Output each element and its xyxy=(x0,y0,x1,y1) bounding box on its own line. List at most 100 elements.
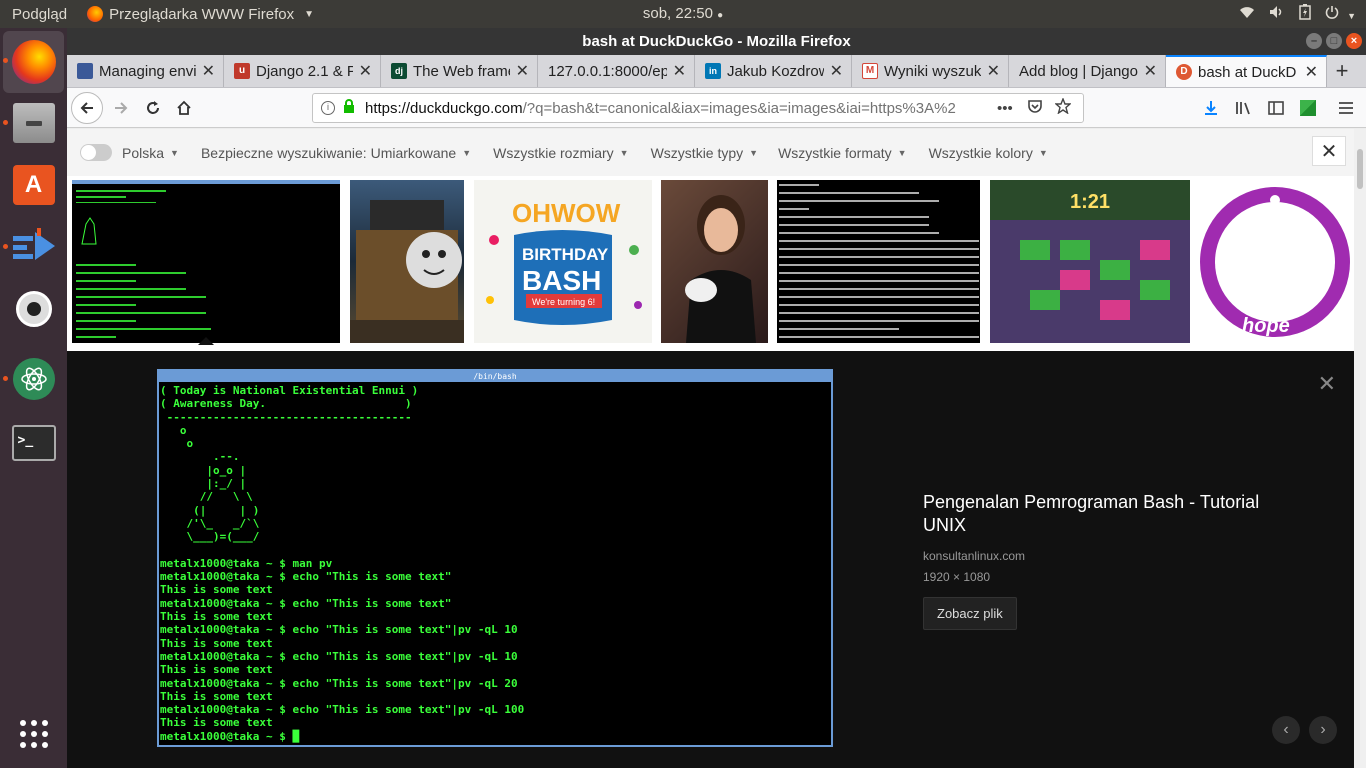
tab-add-blog[interactable]: Add blog | Django ✕ xyxy=(1009,55,1166,87)
close-tab-icon[interactable]: ✕ xyxy=(359,61,372,81)
close-icon[interactable]: ✕ xyxy=(1312,136,1346,166)
tab-linkedin[interactable]: in Jakub Kozdrow ✕ xyxy=(695,55,852,87)
type-filter[interactable]: Wszystkie typy ▼ xyxy=(651,145,759,161)
atom-icon xyxy=(12,358,55,400)
close-icon[interactable]: ✕ xyxy=(1318,371,1336,397)
terminal-line: metalx1000@taka ~ $ echo "This is some t… xyxy=(160,596,452,610)
clock[interactable]: sob, 22:50 ● xyxy=(643,5,723,22)
hope-logo-text: hope xyxy=(1242,315,1290,337)
downloads-button[interactable] xyxy=(1195,92,1227,124)
home-button[interactable] xyxy=(168,92,200,124)
bookmark-star-icon[interactable] xyxy=(1053,97,1072,118)
caret-down-icon: ▼ xyxy=(749,147,759,158)
dock-atom[interactable] xyxy=(3,348,64,410)
extension-button[interactable] xyxy=(1292,92,1324,124)
tab-localhost[interactable]: 127.0.0.1:8000/ep ✕ xyxy=(538,55,695,87)
woman-thumb[interactable] xyxy=(661,180,768,343)
birthday-bash-thumb[interactable]: OHWOW BIRTHDAY BASH We're turning 6! xyxy=(474,180,652,343)
file-cabinet-icon xyxy=(12,103,55,143)
close-tab-icon[interactable]: ✕ xyxy=(673,61,686,81)
tab-strip: Managing envi ✕ u Django 2.1 & P ✕ dj Th… xyxy=(67,55,1366,88)
detail-title[interactable]: Pengenalan Pemrograman Bash - Tutorial U… xyxy=(923,491,1303,537)
dock-files[interactable] xyxy=(3,92,64,154)
wifi-icon[interactable] xyxy=(1239,5,1255,23)
sidebar-button[interactable] xyxy=(1260,92,1292,124)
view-file-button[interactable]: Zobacz plik xyxy=(923,597,1017,630)
info-icon[interactable]: i xyxy=(321,101,335,115)
dock-webcam[interactable] xyxy=(3,278,64,340)
close-tab-icon[interactable]: ✕ xyxy=(516,61,529,81)
arrow-left-icon xyxy=(80,102,93,114)
terminal-preview-image[interactable]: /bin/bash ( Today is National Existentia… xyxy=(157,369,833,747)
detail-domain[interactable]: konsultanlinux.com xyxy=(923,549,1303,563)
terminal-line: This is some text xyxy=(160,636,273,650)
dock-terminal[interactable]: >_ xyxy=(3,412,64,474)
caret-down-icon: ▼ xyxy=(619,147,629,158)
terminal-line: /'\_ _/`\ xyxy=(160,516,260,530)
close-tab-icon[interactable]: ✕ xyxy=(1305,62,1318,82)
close-tab-icon[interactable]: ✕ xyxy=(1144,61,1157,81)
power-icon[interactable]: ▼ xyxy=(1325,5,1356,23)
terminal-line: This is some text xyxy=(160,583,273,597)
library-icon xyxy=(1236,102,1250,115)
reload-button[interactable] xyxy=(137,92,169,124)
window-title: bash at DuckDuckGo - Mozilla Firefox xyxy=(582,33,851,50)
portage-terminal-thumb[interactable] xyxy=(777,180,980,343)
next-image-button[interactable]: › xyxy=(1309,716,1337,744)
hope-rotor-thumb[interactable]: hope xyxy=(1200,180,1354,343)
page-scrollbar[interactable] xyxy=(1354,129,1366,768)
minimize-button[interactable]: – xyxy=(1306,33,1322,49)
detail-info: Pengenalan Pemrograman Bash - Tutorial U… xyxy=(923,491,1303,630)
terminal-line: metalx1000@taka ~ $ echo "This is some t… xyxy=(160,649,518,663)
size-filter[interactable]: Wszystkie rozmiary ▼ xyxy=(493,145,628,161)
train-thumb[interactable] xyxy=(350,180,464,343)
maximize-button[interactable]: □ xyxy=(1326,33,1342,49)
terminal-thumb[interactable] xyxy=(72,180,340,343)
battery-icon[interactable] xyxy=(1299,4,1311,24)
lock-icon[interactable] xyxy=(343,99,355,117)
activities-label[interactable]: Podgląd xyxy=(12,6,67,23)
menu-button[interactable] xyxy=(1330,92,1362,124)
show-apps-button[interactable] xyxy=(3,704,64,766)
chevron-right-icon: › xyxy=(1320,721,1326,738)
dock-mailspring[interactable] xyxy=(3,216,64,278)
back-button[interactable] xyxy=(71,92,103,124)
window-titlebar: bash at DuckDuckGo - Mozilla Firefox – □… xyxy=(67,28,1366,55)
dock-software[interactable]: A xyxy=(3,154,64,216)
new-tab-button[interactable]: + xyxy=(1327,55,1357,87)
region-filter[interactable]: Polska ▼ xyxy=(122,145,179,161)
safe-search-filter[interactable]: Bezpieczne wyszukiwanie: Umiarkowane ▼ xyxy=(201,145,471,161)
turning-text: We're turning 6! xyxy=(532,297,595,307)
terminal-line: ( Awareness Day. ) xyxy=(160,397,412,411)
forward-button[interactable] xyxy=(105,92,137,124)
image-detail-panel: ✕ /bin/bash ( Today is National Existent… xyxy=(67,351,1354,768)
tab-django-21[interactable]: u Django 2.1 & P ✕ xyxy=(224,55,381,87)
page-actions-button[interactable]: ••• xyxy=(997,100,1013,117)
crash-game-thumb[interactable]: 1:21 xyxy=(990,180,1190,343)
django-favicon-icon: dj xyxy=(391,63,407,79)
filter-bar: Polska ▼ Bezpieczne wyszukiwanie: Umiarko… xyxy=(67,129,1354,176)
dock-firefox[interactable] xyxy=(3,31,64,93)
shopping-bag-icon: A xyxy=(12,165,55,205)
url-bar[interactable]: i https://duckduckgo.com/?q=bash&t=canon… xyxy=(312,93,1084,123)
close-tab-icon[interactable]: ✕ xyxy=(830,61,843,81)
region-toggle[interactable] xyxy=(80,144,112,161)
close-tab-icon[interactable]: ✕ xyxy=(202,61,215,81)
volume-icon[interactable] xyxy=(1269,5,1285,23)
previous-image-button[interactable]: ‹ xyxy=(1272,716,1300,744)
format-filter[interactable]: Wszystkie formaty ▼ xyxy=(778,145,907,161)
caret-down-icon: ▼ xyxy=(462,147,472,158)
tab-duckduckgo[interactable]: D bash at DuckD ✕ xyxy=(1166,55,1327,87)
close-window-button[interactable]: × xyxy=(1346,33,1362,49)
game-timer-text: 1:21 xyxy=(1070,191,1110,213)
download-icon xyxy=(1205,101,1217,115)
tab-gmail[interactable]: M Wyniki wyszuk ✕ xyxy=(852,55,1009,87)
app-menu[interactable]: Przeglądarka WWW Firefox ▼ xyxy=(87,6,314,23)
tab-django-project[interactable]: dj The Web frame ✕ xyxy=(381,55,538,87)
tab-managing-env[interactable]: Managing envi ✕ xyxy=(67,55,224,87)
terminal-line: This is some text xyxy=(160,610,273,624)
color-filter[interactable]: Wszystkie kolory ▼ xyxy=(929,145,1048,161)
library-button[interactable] xyxy=(1228,92,1260,124)
pocket-icon[interactable] xyxy=(1027,98,1043,118)
close-tab-icon[interactable]: ✕ xyxy=(987,61,1000,81)
